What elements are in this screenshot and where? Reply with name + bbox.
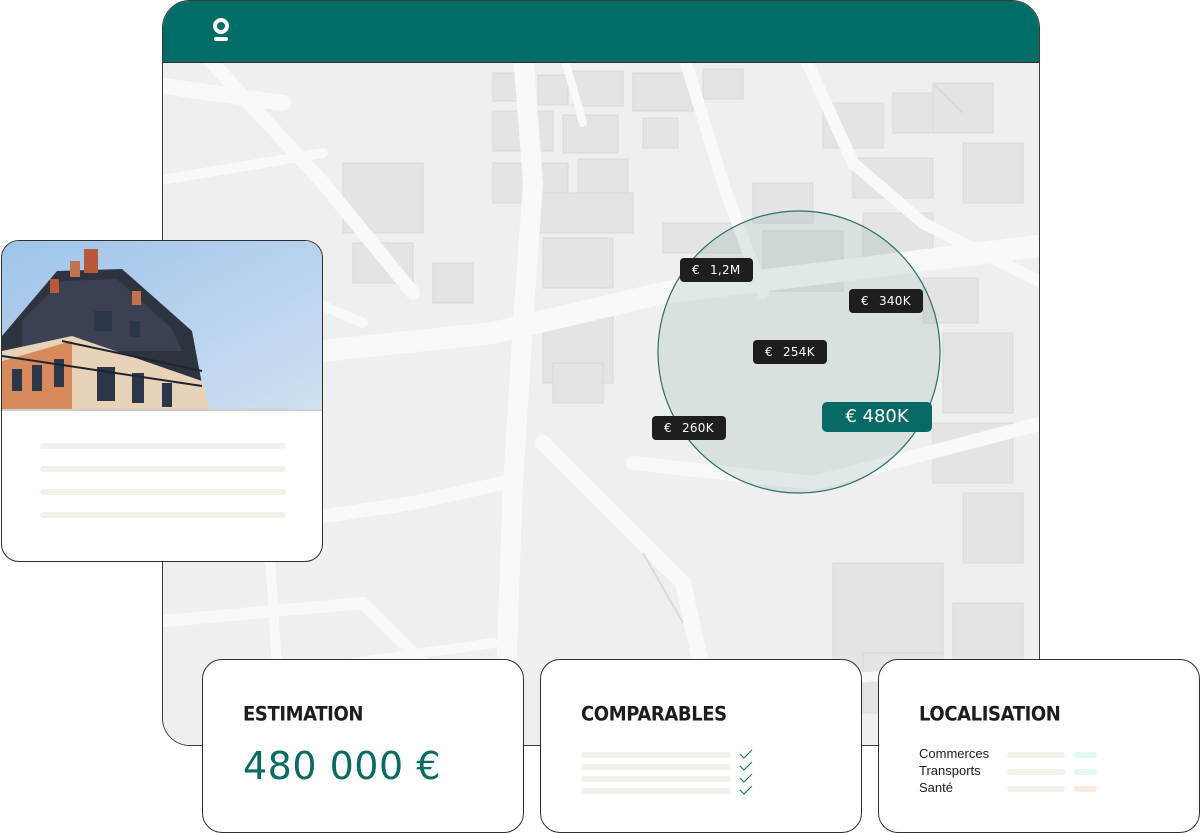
card-title: LOCALISATION <box>919 703 1061 726</box>
localisation-card[interactable]: LOCALISATION Commerces Transports Santé <box>878 659 1200 833</box>
price-value: 254K <box>782 345 815 359</box>
placeholder-line <box>40 443 286 449</box>
localisation-label: Transports <box>919 763 981 778</box>
estimation-card[interactable]: ESTIMATION 480 000 € <box>202 659 524 833</box>
comparable-row <box>581 776 731 782</box>
currency-symbol: € <box>861 294 869 308</box>
comparable-row <box>581 788 731 794</box>
score-accent <box>1073 786 1097 792</box>
check-icon <box>739 761 753 771</box>
comparable-row <box>581 752 731 758</box>
selected-price-marker[interactable]: € 480K <box>822 402 932 432</box>
comparables-card[interactable]: COMPARABLES <box>540 659 862 833</box>
app-header <box>163 1 1039 63</box>
score-bar <box>1007 786 1065 792</box>
price-marker[interactable]: €1,2M <box>680 258 753 282</box>
card-title: ESTIMATION <box>243 703 364 726</box>
building-photo <box>2 241 322 411</box>
card-title: COMPARABLES <box>581 703 727 726</box>
localisation-label: Santé <box>919 780 953 795</box>
app-logo-icon[interactable] <box>212 17 230 43</box>
check-icon <box>739 749 753 759</box>
score-bar <box>1007 769 1065 775</box>
comparable-row <box>581 764 731 770</box>
price-marker[interactable]: €254K <box>753 340 827 364</box>
currency-symbol: € <box>664 421 672 435</box>
check-icon <box>739 773 753 783</box>
score-bar <box>1007 752 1065 758</box>
placeholder-line <box>40 489 286 495</box>
currency-symbol: € <box>765 345 773 359</box>
property-card[interactable] <box>1 240 323 562</box>
price-marker[interactable]: €260K <box>652 416 726 440</box>
score-accent <box>1073 752 1097 758</box>
price-value: 1,2M <box>709 263 741 277</box>
estimated-price: 480 000 € <box>243 744 441 788</box>
score-accent <box>1073 769 1097 775</box>
currency-symbol: € <box>692 263 700 277</box>
price-value: 340K <box>878 294 911 308</box>
placeholder-line <box>40 512 286 518</box>
check-icon <box>739 785 753 795</box>
price-marker[interactable]: €340K <box>849 289 923 313</box>
placeholder-line <box>40 466 286 472</box>
price-value: 260K <box>681 421 714 435</box>
localisation-label: Commerces <box>919 746 990 761</box>
